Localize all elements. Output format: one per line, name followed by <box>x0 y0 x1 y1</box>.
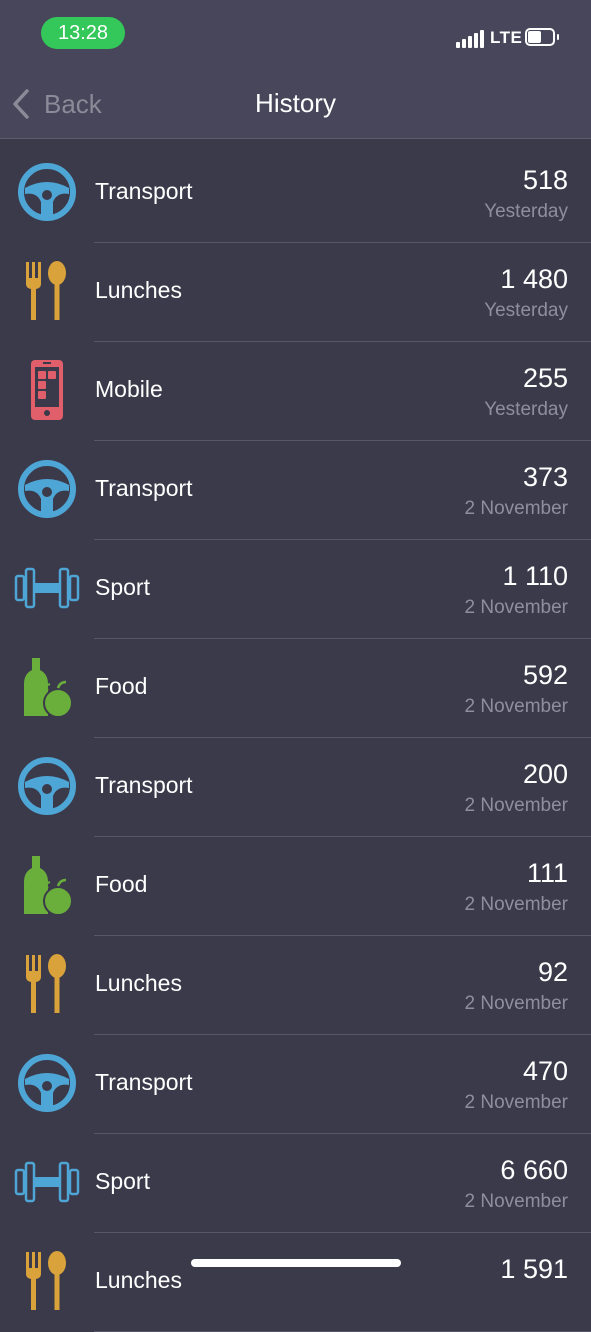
history-row[interactable]: Lunches 1 480 Yesterday <box>0 242 591 342</box>
amount-value: 255 <box>522 363 568 393</box>
fork-spoon-icon <box>14 954 80 1014</box>
date-label: 2 November <box>464 696 569 717</box>
history-row[interactable]: Transport 470 2 November <box>0 1034 591 1134</box>
amount-value: 6 660 <box>500 1155 568 1185</box>
amount-value: 373 <box>522 462 568 492</box>
history-row[interactable]: Lunches 92 2 November <box>0 935 591 1035</box>
fork-spoon-icon <box>14 1251 80 1311</box>
steering-wheel-icon <box>14 459 80 519</box>
history-row[interactable]: Food 111 2 November <box>0 836 591 936</box>
amount-value: 518 <box>522 165 568 195</box>
fork-spoon-icon <box>14 261 80 321</box>
date-label: 2 November <box>464 597 569 618</box>
date-label: Yesterday <box>484 201 568 222</box>
battery-icon <box>525 28 559 46</box>
bottle-apple-icon <box>14 657 80 718</box>
network-type: LTE <box>490 28 523 47</box>
steering-wheel-icon <box>14 1053 80 1113</box>
date-label: 2 November <box>464 498 569 519</box>
history-list: Transport 518 Yesterday Lunches 1 480 Yesterd… <box>0 143 591 1332</box>
amount-value: 1 591 <box>500 1254 568 1284</box>
history-row[interactable]: Sport 6 660 2 November <box>0 1133 591 1233</box>
amount-value: 592 <box>522 660 568 690</box>
category-label: Transport <box>95 772 193 798</box>
history-row[interactable]: Food 592 2 November <box>0 638 591 738</box>
status-bar: 13:28 LTE <box>0 0 591 70</box>
navigation-bar: Back History <box>0 70 591 139</box>
date-label: 2 November <box>464 993 569 1014</box>
category-label: Transport <box>95 178 193 204</box>
status-time: 13:28 <box>41 17 125 49</box>
history-row[interactable]: Sport 1 110 2 November <box>0 539 591 639</box>
date-label: 2 November <box>464 1092 569 1113</box>
history-row[interactable]: Mobile 255 Yesterday <box>0 341 591 441</box>
category-label: Food <box>95 871 148 897</box>
category-label: Sport <box>95 1168 150 1194</box>
category-label: Transport <box>95 475 193 501</box>
dumbbell-icon <box>14 558 80 618</box>
date-label: 2 November <box>464 1191 569 1212</box>
category-label: Sport <box>95 574 150 600</box>
category-label: Transport <box>95 1069 193 1095</box>
dumbbell-icon <box>14 1152 80 1212</box>
amount-value: 200 <box>522 759 568 789</box>
steering-wheel-icon <box>14 162 80 222</box>
date-label: Yesterday <box>484 399 568 420</box>
history-row[interactable]: Transport 518 Yesterday <box>0 143 591 243</box>
home-indicator[interactable] <box>191 1259 401 1267</box>
amount-value: 92 <box>537 957 568 987</box>
category-label: Food <box>95 673 148 699</box>
category-label: Lunches <box>95 277 182 303</box>
history-row[interactable]: Lunches 1 591 <box>0 1232 591 1332</box>
steering-wheel-icon <box>14 756 80 816</box>
amount-value: 1 480 <box>500 264 568 294</box>
category-label: Lunches <box>95 970 182 996</box>
date-label: Yesterday <box>484 300 568 321</box>
signal-strength-icon <box>456 30 486 48</box>
date-label: 2 November <box>464 795 569 816</box>
date-label: 2 November <box>464 894 569 915</box>
amount-value: 111 <box>526 858 568 888</box>
smartphone-icon <box>14 360 80 420</box>
history-row[interactable]: Transport 373 2 November <box>0 440 591 540</box>
page-title: History <box>255 88 336 118</box>
amount-value: 470 <box>522 1056 568 1086</box>
category-label: Lunches <box>95 1267 182 1293</box>
amount-value: 1 110 <box>502 561 568 591</box>
category-label: Mobile <box>95 376 163 402</box>
history-row[interactable]: Transport 200 2 November <box>0 737 591 837</box>
bottle-apple-icon <box>14 855 80 916</box>
